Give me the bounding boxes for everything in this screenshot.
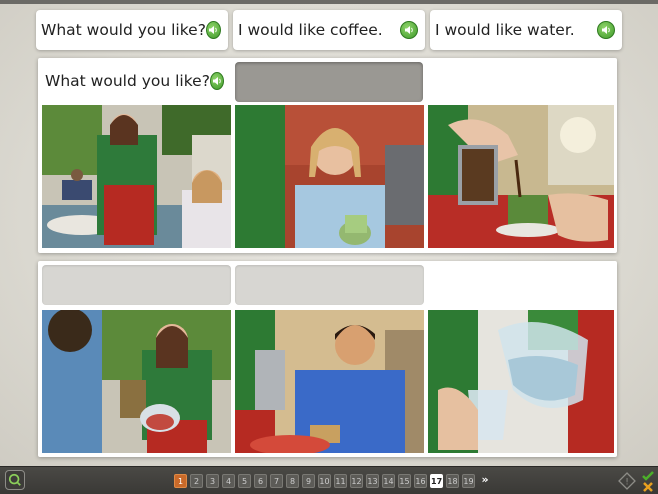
pouring-water-photo xyxy=(428,310,614,453)
pouring-coffee-photo xyxy=(428,105,614,248)
answer-drop-slot[interactable] xyxy=(235,265,424,305)
lesson-stage: What would you like? I would like coffee… xyxy=(0,0,658,466)
close-icon xyxy=(643,482,653,492)
page-button[interactable]: 3 xyxy=(206,474,219,488)
waitress-serving-woman-photo xyxy=(42,105,231,248)
page-button[interactable]: 18 xyxy=(446,474,459,488)
phrase-text: What would you like? xyxy=(41,21,206,39)
page-button[interactable]: 1 xyxy=(174,474,187,488)
page-button[interactable]: 17 xyxy=(430,474,443,488)
hint-icon[interactable]: ! xyxy=(618,472,636,490)
page-button[interactable]: 5 xyxy=(238,474,251,488)
phrase-text: I would like water. xyxy=(435,21,575,39)
answer-drop-slot[interactable] xyxy=(42,265,231,305)
phrase-text: What would you like? xyxy=(45,72,210,90)
page-button[interactable]: 10 xyxy=(318,474,331,488)
speaker-icon[interactable] xyxy=(209,72,224,90)
page-button[interactable]: 9 xyxy=(302,474,315,488)
speaker-icon[interactable] xyxy=(597,21,615,39)
woman-with-coffee-photo xyxy=(235,105,424,248)
page-button[interactable]: 12 xyxy=(350,474,363,488)
waitress-asking-man-photo xyxy=(42,310,231,453)
panel-prompt-card: What would you like? xyxy=(40,61,230,101)
page-button[interactable]: 8 xyxy=(286,474,299,488)
phrase-card-i-would-like-water[interactable]: I would like water. xyxy=(430,10,622,50)
answer-status xyxy=(641,470,655,492)
page-button[interactable]: 4 xyxy=(222,474,235,488)
check-icon xyxy=(642,471,654,481)
page-button[interactable]: 13 xyxy=(366,474,379,488)
page-button[interactable]: 7 xyxy=(270,474,283,488)
speaker-icon[interactable] xyxy=(205,21,221,39)
page-button[interactable]: 16 xyxy=(414,474,427,488)
page-button[interactable]: 15 xyxy=(398,474,411,488)
page-button[interactable]: 19 xyxy=(462,474,475,488)
lesson-navigation-bar: 1 2 3 4 5 6 7 8 9 10 11 12 13 14 15 16 17 18 19» ! xyxy=(0,466,658,494)
page-button[interactable]: 2 xyxy=(190,474,203,488)
page-button[interactable]: 11 xyxy=(334,474,347,488)
page-navigator: 1 2 3 4 5 6 7 8 9 10 11 12 13 14 15 16 17 18 19» xyxy=(174,474,492,488)
answer-drop-slot[interactable] xyxy=(235,62,423,102)
phrase-card-what-would-you-like[interactable]: What would you like? xyxy=(36,10,228,50)
page-button[interactable]: 6 xyxy=(254,474,267,488)
phrase-text: I would like coffee. xyxy=(238,21,383,39)
phrase-card-i-would-like-coffee[interactable]: I would like coffee. xyxy=(233,10,425,50)
svg-text:!: ! xyxy=(625,478,629,488)
app-logo-icon[interactable] xyxy=(5,470,25,490)
speaker-icon[interactable] xyxy=(400,21,418,39)
page-button[interactable]: 14 xyxy=(382,474,395,488)
double-chevron-right-icon[interactable]: » xyxy=(478,474,492,488)
man-in-blue-shirt-photo xyxy=(235,310,424,453)
